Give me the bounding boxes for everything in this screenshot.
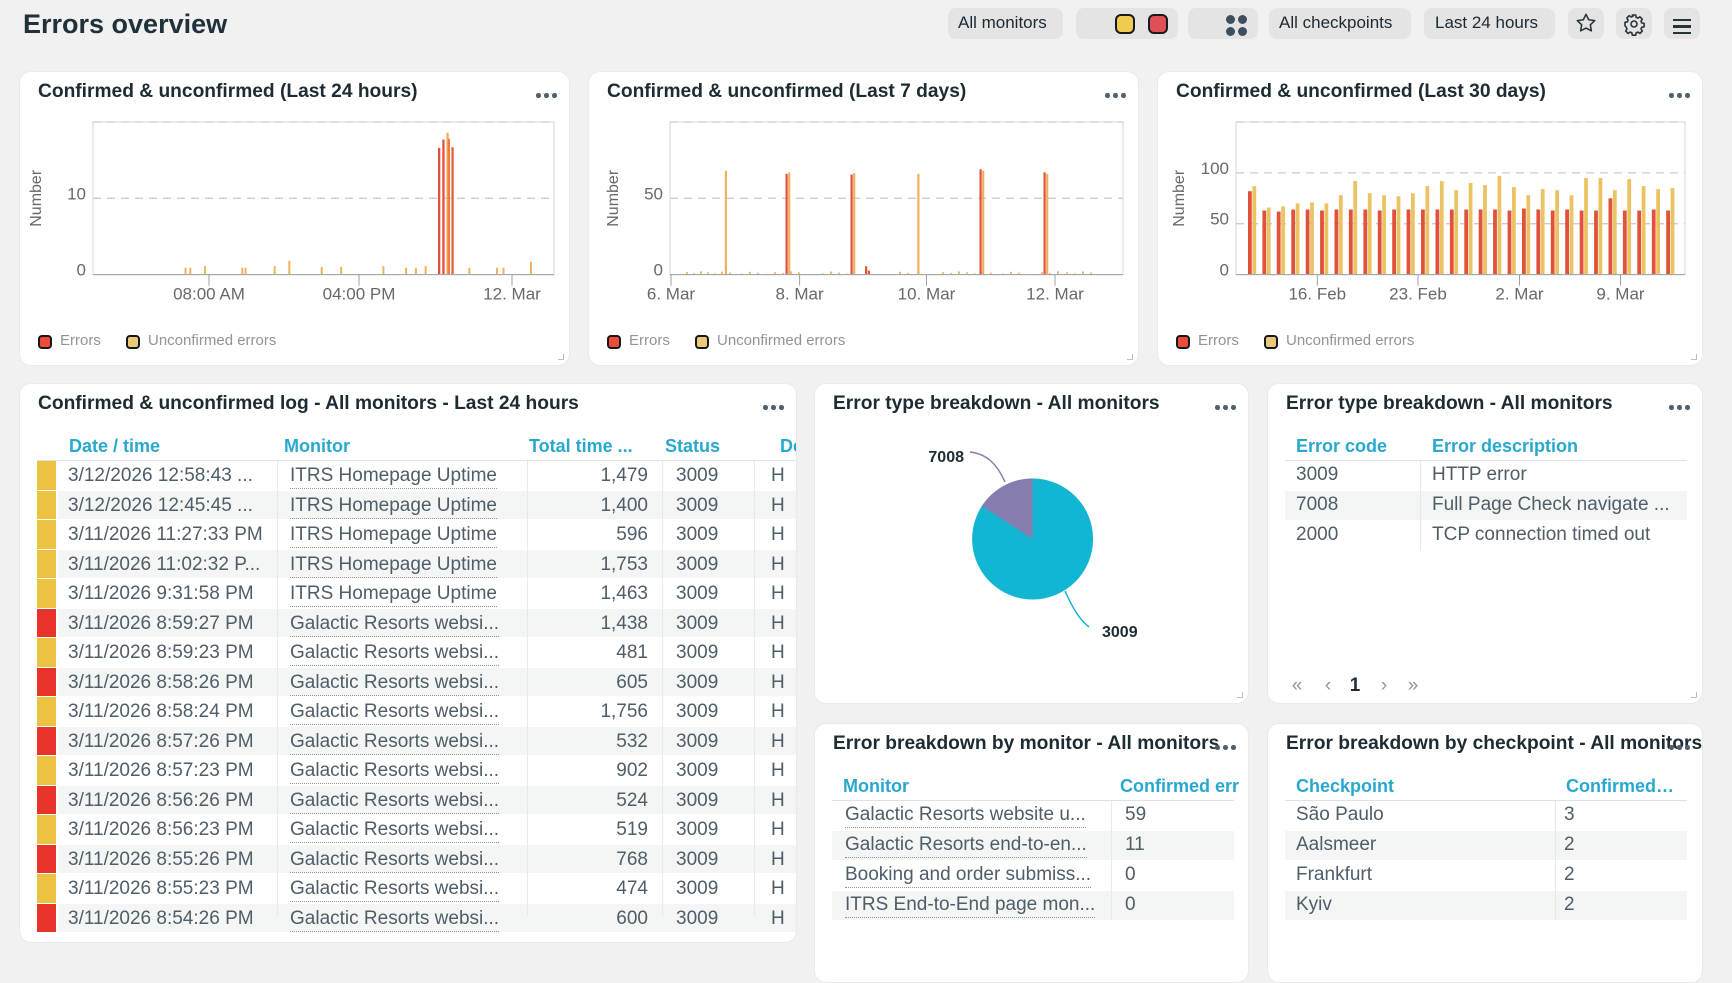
svg-text:3009: 3009 <box>1102 624 1138 641</box>
svg-text:12. Mar: 12. Mar <box>1026 285 1084 304</box>
svg-text:6. Mar: 6. Mar <box>647 285 696 304</box>
svg-text:100: 100 <box>1201 159 1229 178</box>
svg-text:0: 0 <box>77 261 86 280</box>
svg-text:23. Feb: 23. Feb <box>1389 285 1447 304</box>
svg-text:0: 0 <box>654 261 663 280</box>
svg-text:7008: 7008 <box>928 449 964 466</box>
svg-text:12. Mar: 12. Mar <box>483 285 541 304</box>
svg-text:08:00 AM: 08:00 AM <box>173 285 245 304</box>
svg-text:Number: Number <box>28 169 45 227</box>
svg-text:10. Mar: 10. Mar <box>898 285 956 304</box>
svg-text:50: 50 <box>644 184 663 203</box>
svg-text:16. Feb: 16. Feb <box>1288 285 1346 304</box>
svg-text:50: 50 <box>1210 210 1229 229</box>
svg-text:2. Mar: 2. Mar <box>1495 285 1544 304</box>
svg-text:8. Mar: 8. Mar <box>776 285 825 304</box>
svg-text:10: 10 <box>67 184 86 203</box>
svg-text:0: 0 <box>1220 261 1229 280</box>
svg-text:9. Mar: 9. Mar <box>1596 285 1645 304</box>
svg-text:Number: Number <box>1171 169 1188 227</box>
svg-text:Number: Number <box>605 169 622 227</box>
svg-text:04:00 PM: 04:00 PM <box>323 285 396 304</box>
